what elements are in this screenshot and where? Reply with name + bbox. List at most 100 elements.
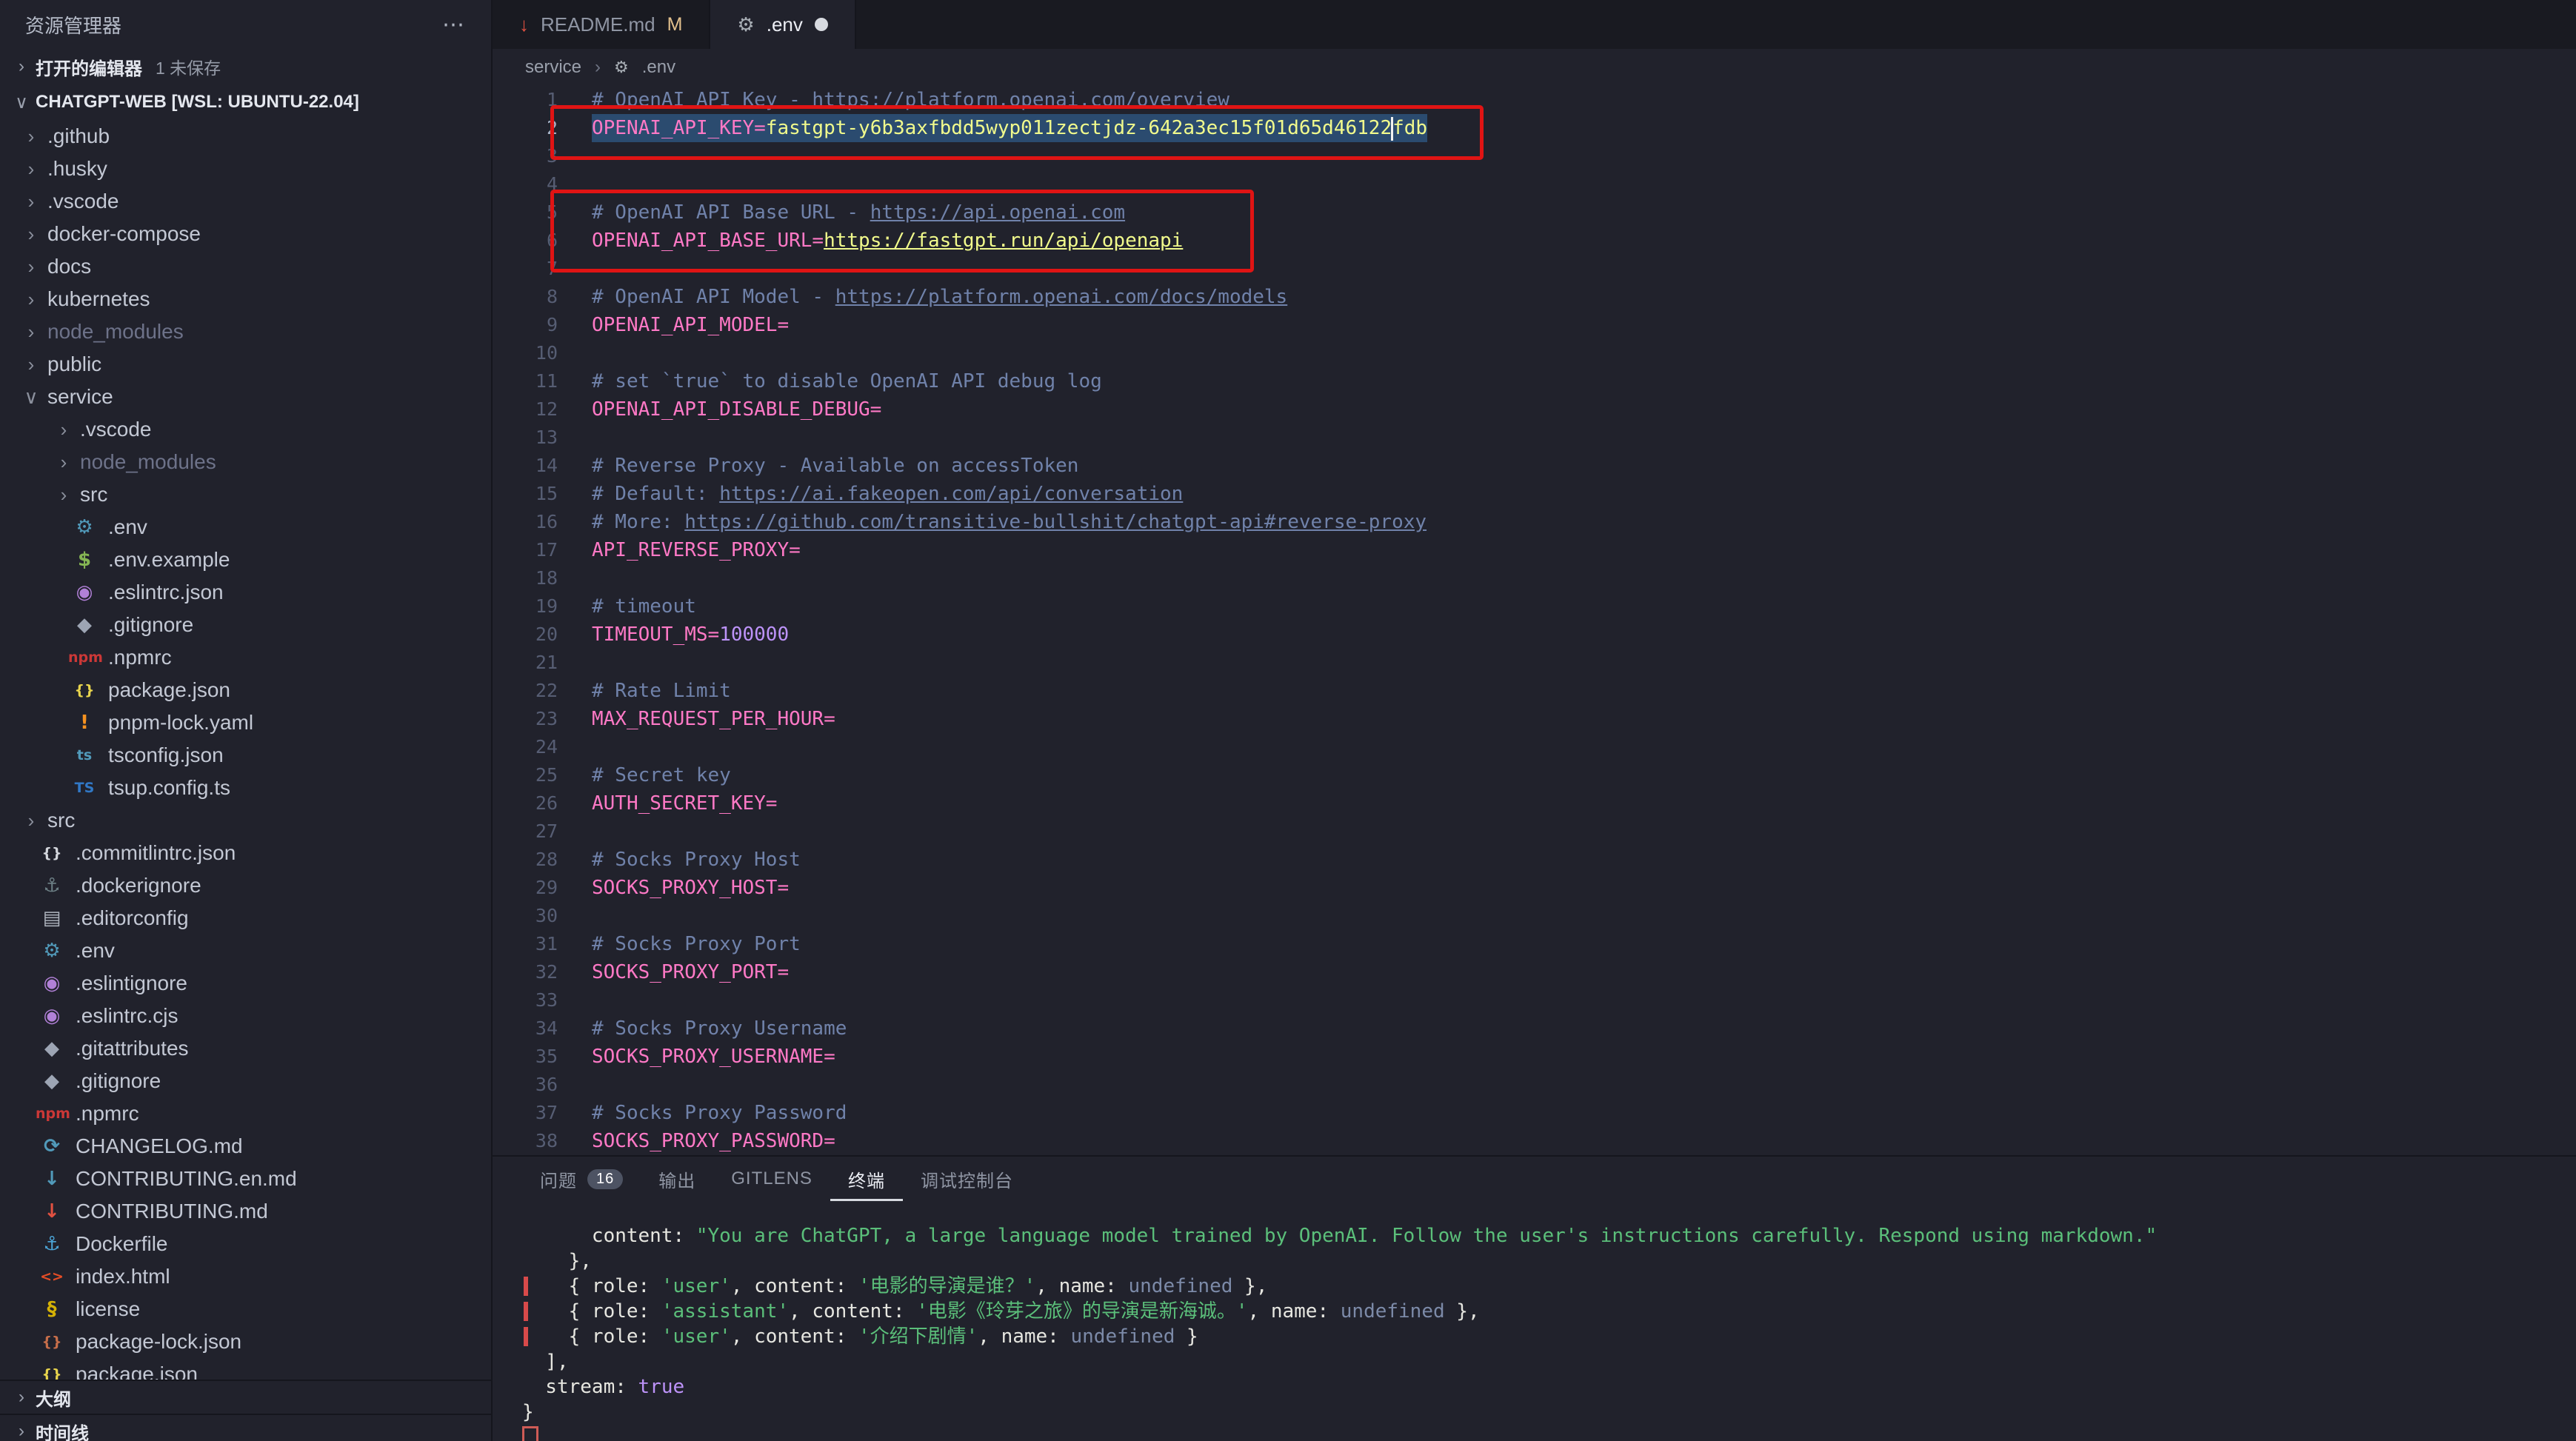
editor-line[interactable]: 30 — [493, 902, 2576, 930]
terminal-line: { role: 'assistant', content: '电影《玲芽之旅》的… — [522, 1299, 2576, 1324]
tree-file-.editorconfig[interactable]: ▤.editorconfig — [0, 902, 491, 935]
terminal[interactable]: content: "You are ChatGPT, a large langu… — [493, 1201, 2576, 1441]
editor-line[interactable]: 2OPENAI_API_KEY=fastgpt-y6b3axfbdd5wyp01… — [493, 114, 2576, 142]
breadcrumb-item[interactable]: service — [525, 57, 581, 78]
tree-item-label: license — [76, 1297, 140, 1321]
tree-file-.env[interactable]: ⚙.env — [0, 511, 491, 544]
tree-folder-public[interactable]: ›public — [0, 348, 491, 381]
editor-line[interactable]: 12OPENAI_API_DISABLE_DEBUG= — [493, 395, 2576, 424]
sidebar-section-时间线[interactable]: ›时间线 — [0, 1414, 491, 1441]
editor-line[interactable]: 14# Reverse Proxy - Available on accessT… — [493, 452, 2576, 480]
editor-line[interactable]: 24 — [493, 733, 2576, 761]
editor-line[interactable]: 38 SOCKS_PROXY_PASSWORD= — [493, 1127, 2576, 1155]
sidebar-section-大纲[interactable]: ›大纲 — [0, 1380, 491, 1414]
editor-line[interactable]: 26AUTH_SECRET_KEY= — [493, 789, 2576, 818]
editor-line[interactable]: 8# OpenAI API Model - https://platform.o… — [493, 283, 2576, 311]
editor-line[interactable]: 22# Rate Limit — [493, 677, 2576, 705]
tree-folder-.vscode[interactable]: ›.vscode — [0, 185, 491, 218]
editor-line[interactable]: 16# More: https://github.com/transitive-… — [493, 508, 2576, 536]
editor-tab-.env[interactable]: ⚙.env — [710, 0, 855, 49]
tree-folder-kubernetes[interactable]: ›kubernetes — [0, 283, 491, 315]
editor-line[interactable]: 15# Default: https://ai.fakeopen.com/api… — [493, 480, 2576, 508]
workspace-section-header[interactable]: ∨ CHATGPT-WEB [WSL: UBUNTU-22.04] — [0, 84, 491, 120]
tree-file-.gitattributes[interactable]: ◆.gitattributes — [0, 1032, 491, 1065]
editor-line[interactable]: 4 — [493, 170, 2576, 198]
editor-line[interactable]: 19# timeout — [493, 592, 2576, 621]
editor-line[interactable]: 37# Socks Proxy Password — [493, 1099, 2576, 1127]
editor-line[interactable]: 18 — [493, 564, 2576, 592]
tree-file-.env.example[interactable]: $.env.example — [0, 544, 491, 576]
tree-folder-docs[interactable]: ›docs — [0, 250, 491, 283]
tree-file-.dockerignore[interactable]: ⚓.dockerignore — [0, 869, 491, 902]
editor-line[interactable]: 23MAX_REQUEST_PER_HOUR= — [493, 705, 2576, 733]
tree-file-tsconfig.json[interactable]: tstsconfig.json — [0, 739, 491, 772]
editor-line[interactable]: 21 — [493, 649, 2576, 677]
open-editors-section-header[interactable]: › 打开的编辑器 1 未保存 — [0, 49, 491, 84]
tree-file-package.json[interactable]: {}package.json — [0, 674, 491, 706]
editor-line[interactable]: 13 — [493, 424, 2576, 452]
tree-file-.eslintrc.json[interactable]: ◉.eslintrc.json — [0, 576, 491, 609]
tree-folder-src[interactable]: ›src — [0, 804, 491, 837]
line-number: 38 — [493, 1127, 558, 1155]
editor[interactable]: 1# OpenAI API Key - https://platform.ope… — [493, 86, 2576, 1155]
tree-file-CONTRIBUTING.md[interactable]: ↓CONTRIBUTING.md — [0, 1195, 491, 1228]
editor-line[interactable]: 9OPENAI_API_MODEL= — [493, 311, 2576, 339]
editor-line[interactable]: 36 — [493, 1071, 2576, 1099]
tree-folder-docker-compose[interactable]: ›docker-compose — [0, 218, 491, 250]
editor-line[interactable]: 3 — [493, 142, 2576, 170]
tree-file-index.html[interactable]: <>index.html — [0, 1260, 491, 1293]
editor-line[interactable]: 33 — [493, 986, 2576, 1014]
panel-tab-调试控制台[interactable]: 调试控制台 — [903, 1157, 1031, 1201]
panel-tab-GITLENS[interactable]: GITLENS — [713, 1157, 830, 1201]
tree-file-.npmrc[interactable]: npm.npmrc — [0, 641, 491, 674]
editor-line[interactable]: 20TIMEOUT_MS=100000 — [493, 621, 2576, 649]
editor-line[interactable]: 34# Socks Proxy Username — [493, 1014, 2576, 1043]
editor-line[interactable]: 5# OpenAI API Base URL - https://api.ope… — [493, 198, 2576, 227]
tree-file-pnpm-lock.yaml[interactable]: !pnpm-lock.yaml — [0, 706, 491, 739]
editor-line[interactable]: 32SOCKS_PROXY_PORT= — [493, 958, 2576, 986]
breadcrumb[interactable]: service›⚙.env — [493, 49, 2576, 86]
tree-file-tsup.config.ts[interactable]: TStsup.config.ts — [0, 772, 491, 804]
tree-file-package.json[interactable]: {}package.json — [0, 1358, 491, 1380]
tree-file-.commitlintrc.json[interactable]: {}.commitlintrc.json — [0, 837, 491, 869]
tree-folder-.github[interactable]: ›.github — [0, 120, 491, 153]
editor-line[interactable]: 11# set `true` to disable OpenAI API deb… — [493, 367, 2576, 395]
tree-file-Dockerfile[interactable]: ⚓Dockerfile — [0, 1228, 491, 1260]
tree-file-package-lock.json[interactable]: {}package-lock.json — [0, 1325, 491, 1358]
tree-folder-.vscode[interactable]: ›.vscode — [0, 413, 491, 446]
editor-line[interactable]: 25# Secret key — [493, 761, 2576, 789]
tree-file-.eslintrc.cjs[interactable]: ◉.eslintrc.cjs — [0, 1000, 491, 1032]
tree-file-.eslintignore[interactable]: ◉.eslintignore — [0, 967, 491, 1000]
line-number: 29 — [493, 874, 558, 902]
editor-line[interactable]: 28# Socks Proxy Host — [493, 846, 2576, 874]
breadcrumb-item[interactable]: .env — [642, 57, 675, 78]
tree-file-.gitignore[interactable]: ◆.gitignore — [0, 609, 491, 641]
tree-folder-node_modules[interactable]: ›node_modules — [0, 446, 491, 478]
tree-file-license[interactable]: §license — [0, 1293, 491, 1325]
tree-file-CONTRIBUTING.en.md[interactable]: ↓CONTRIBUTING.en.md — [0, 1163, 491, 1195]
tree-folder-src[interactable]: ›src — [0, 478, 491, 511]
editor-line[interactable]: 29SOCKS_PROXY_HOST= — [493, 874, 2576, 902]
tree-folder-.husky[interactable]: ›.husky — [0, 153, 491, 185]
chevron-right-icon: › — [15, 158, 47, 181]
line-text: SOCKS_PROXY_PASSWORD= — [592, 1127, 835, 1155]
tree-file-.npmrc[interactable]: npm.npmrc — [0, 1097, 491, 1130]
editor-tab-README.md[interactable]: ↓README.mdM — [493, 0, 710, 49]
editor-line[interactable]: 10 — [493, 339, 2576, 367]
panel-tab-问题[interactable]: 问题16 — [522, 1157, 641, 1201]
tree-folder-service[interactable]: ∨service — [0, 381, 491, 413]
editor-line[interactable]: 35SOCKS_PROXY_USERNAME= — [493, 1043, 2576, 1071]
editor-line[interactable]: 27 — [493, 818, 2576, 846]
editor-line[interactable]: 6OPENAI_API_BASE_URL=https://fastgpt.run… — [493, 227, 2576, 255]
tree-file-.gitignore[interactable]: ◆.gitignore — [0, 1065, 491, 1097]
editor-line[interactable]: 17API_REVERSE_PROXY= — [493, 536, 2576, 564]
panel-tab-输出[interactable]: 输出 — [641, 1157, 713, 1201]
more-actions-icon[interactable]: ⋯ — [442, 12, 466, 38]
tree-file-CHANGELOG.md[interactable]: ⟳CHANGELOG.md — [0, 1130, 491, 1163]
editor-line[interactable]: 1# OpenAI API Key - https://platform.ope… — [493, 86, 2576, 114]
tree-folder-node_modules[interactable]: ›node_modules — [0, 315, 491, 348]
panel-tab-终端[interactable]: 终端 — [830, 1157, 903, 1201]
tree-file-.env[interactable]: ⚙.env — [0, 935, 491, 967]
editor-line[interactable]: 7 — [493, 255, 2576, 283]
editor-line[interactable]: 31# Socks Proxy Port — [493, 930, 2576, 958]
